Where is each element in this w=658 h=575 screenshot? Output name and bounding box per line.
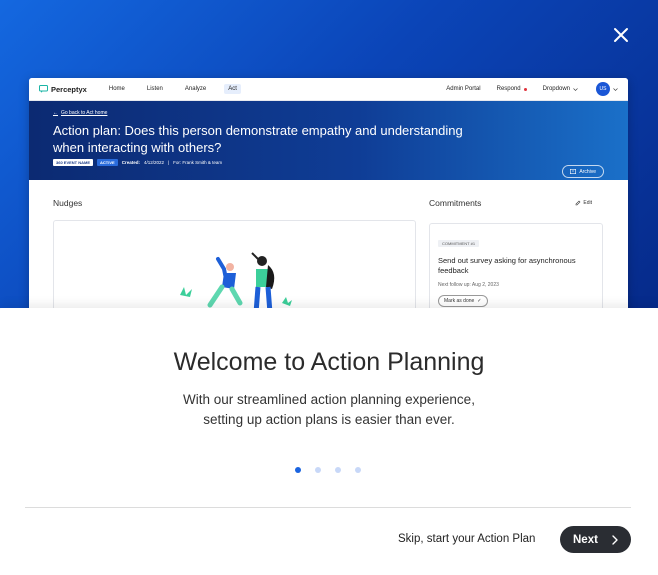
preview-content: Nudges Commitments Edit COMMITMENT #1 Se… [29, 180, 628, 308]
modal-description-line-1: With our streamlined action planning exp… [183, 392, 475, 407]
avatar[interactable]: US [596, 82, 610, 96]
next-button[interactable]: Next [560, 526, 631, 553]
nudges-title: Nudges [53, 198, 83, 208]
back-link[interactable]: ← Go back to Act home [53, 110, 604, 116]
nav-home[interactable]: Home [105, 84, 129, 94]
nav-admin-portal[interactable]: Admin Portal [446, 86, 480, 92]
archive-icon [570, 169, 577, 174]
avatar-chevron-icon [613, 87, 618, 91]
pagination-dot-1[interactable] [295, 467, 301, 473]
pagination-dot-4[interactable] [355, 467, 361, 473]
meta-separator: | [167, 160, 170, 165]
perceptyx-logo-icon [39, 85, 48, 93]
created-date: 4/12/2022 [143, 160, 164, 165]
next-follow-up: Next follow up: Aug 2, 2023 [438, 282, 499, 288]
for-text: For: Frank Smith & team [173, 160, 223, 165]
brand-logo: Perceptyx [39, 85, 87, 94]
check-icon: ✓ [477, 298, 482, 304]
archive-label: Archive [579, 168, 596, 175]
hero-section: Perceptyx Home Listen Analyze Act Admin … [0, 0, 658, 308]
pagination-dot-2[interactable] [315, 467, 321, 473]
nav-listen[interactable]: Listen [143, 84, 167, 94]
nav-respond[interactable]: Respond [497, 86, 527, 92]
skip-button[interactable]: Skip, start your Action Plan [398, 533, 535, 545]
back-link-label: Go back to Act home [61, 110, 108, 116]
action-plan-banner: ← Go back to Act home Action plan: Does … [29, 101, 628, 180]
commitments-title: Commitments [429, 198, 482, 208]
footer-divider [25, 507, 631, 508]
pagination-dots [295, 467, 361, 473]
action-plan-title: Action plan: Does this person demonstrat… [53, 123, 463, 155]
created-label: Created: [121, 160, 140, 165]
welcome-modal: Welcome to Action Planning With our stre… [0, 308, 658, 575]
next-button-label: Next [573, 533, 598, 546]
edit-button[interactable]: Edit [575, 200, 592, 206]
nav-act[interactable]: Act [224, 84, 241, 94]
modal-description: With our streamlined action planning exp… [0, 390, 658, 430]
chevron-right-icon [612, 534, 618, 545]
edit-label: Edit [583, 200, 592, 206]
mark-done-label: Mark as done [444, 298, 475, 304]
brand-name: Perceptyx [51, 84, 87, 94]
status-badge: ACTIVE [97, 159, 118, 166]
arrow-left-icon: ← [53, 110, 58, 116]
edit-icon [576, 200, 581, 206]
commitment-card: COMMITMENT #1 Send out survey asking for… [429, 223, 603, 308]
commitment-text: Send out survey asking for asynchronous … [438, 256, 576, 275]
chevron-down-icon [573, 87, 578, 91]
event-tag: 360 EVENT NAME [53, 159, 94, 166]
commitment-tag: COMMITMENT #1 [438, 240, 480, 247]
dropdown-label: Dropdown [542, 86, 570, 92]
nudge-card [53, 220, 416, 308]
close-button[interactable] [612, 26, 630, 44]
modal-description-line-2: setting up action plans is easier than e… [203, 412, 455, 427]
modal-title: Welcome to Action Planning [173, 348, 485, 376]
close-icon [614, 28, 628, 42]
archive-button[interactable]: Archive [562, 165, 604, 178]
mark-done-button[interactable]: Mark as done ✓ [438, 295, 488, 307]
people-illustration [180, 252, 292, 308]
nav-dropdown[interactable]: Dropdown [543, 86, 578, 92]
preview-top-nav: Perceptyx Home Listen Analyze Act Admin … [29, 78, 628, 101]
plan-meta: 360 EVENT NAME ACTIVE Created: 4/12/2022… [53, 159, 604, 166]
product-preview: Perceptyx Home Listen Analyze Act Admin … [29, 78, 628, 308]
nav-analyze[interactable]: Analyze [181, 84, 210, 94]
respond-label: Respond [496, 86, 521, 92]
notification-dot [523, 87, 527, 91]
pagination-dot-3[interactable] [335, 467, 341, 473]
